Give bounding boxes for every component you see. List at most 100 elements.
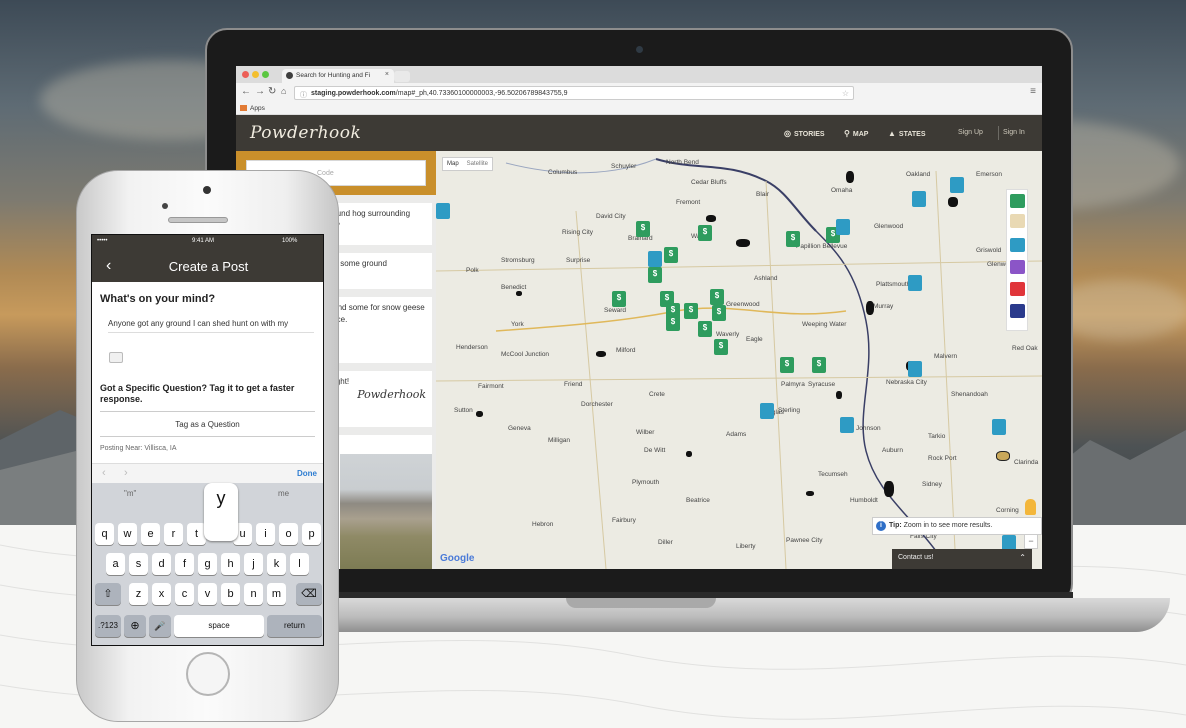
bookmark-apps[interactable]: Apps <box>250 105 265 112</box>
key-p[interactable]: p <box>302 523 321 545</box>
tab-close-icon[interactable]: × <box>385 71 389 78</box>
minimize-window-button[interactable] <box>252 71 259 78</box>
hunting-map[interactable]: Map Satellite Columbus Schuyler North Be… <box>436 151 1042 569</box>
zoom-out-button[interactable]: − <box>1025 535 1037 548</box>
marker-green[interactable]: $ <box>698 225 712 241</box>
shift-key-icon[interactable]: ⇧ <box>95 583 121 605</box>
return-key[interactable]: return <box>267 615 322 637</box>
key-k[interactable]: k <box>267 553 286 575</box>
filter-shop-icon[interactable] <box>1010 260 1025 274</box>
marker-green[interactable]: $ <box>712 305 726 321</box>
back-chevron-icon[interactable]: ‹ <box>106 257 111 275</box>
public-land-area[interactable] <box>996 451 1010 461</box>
close-window-button[interactable] <box>242 71 249 78</box>
public-land-area[interactable] <box>806 491 814 496</box>
key-j[interactable]: j <box>244 553 263 575</box>
key-f[interactable]: f <box>175 553 194 575</box>
marker-teal[interactable] <box>648 251 662 267</box>
public-land-area[interactable] <box>476 411 483 417</box>
key-h[interactable]: h <box>221 553 240 575</box>
delete-key-icon[interactable]: ⌫ <box>296 583 322 605</box>
suggestion[interactable]: "m" <box>124 489 136 498</box>
key-g[interactable]: g <box>198 553 217 575</box>
marker-green[interactable]: $ <box>812 357 826 373</box>
marker-teal[interactable] <box>436 203 450 219</box>
marker-green[interactable]: $ <box>780 357 794 373</box>
reload-icon[interactable]: ↻ <box>268 86 276 97</box>
done-button[interactable]: Done <box>297 469 317 478</box>
marker-green[interactable]: $ <box>664 247 678 263</box>
space-key[interactable]: space <box>174 615 264 637</box>
public-land-area[interactable] <box>836 391 842 399</box>
marker-green[interactable]: $ <box>714 339 728 355</box>
key-w[interactable]: w <box>118 523 137 545</box>
back-arrow-icon[interactable]: ← <box>241 86 251 97</box>
filter-fishing-icon[interactable] <box>1010 304 1025 318</box>
marker-teal[interactable] <box>760 403 774 419</box>
public-land-area[interactable] <box>846 171 854 183</box>
sign-up-link[interactable]: Sign Up <box>958 129 983 136</box>
marker-green[interactable]: $ <box>786 231 800 247</box>
marker-teal[interactable] <box>836 219 850 235</box>
post-text-field[interactable]: Anyone got any ground I can shed hunt on… <box>108 319 314 333</box>
numbers-key[interactable]: .?123 <box>95 615 121 637</box>
key-b[interactable]: b <box>221 583 240 605</box>
key-q[interactable]: q <box>95 523 114 545</box>
home-button[interactable] <box>186 652 230 696</box>
key-e[interactable]: e <box>141 523 160 545</box>
browser-tab[interactable]: Search for Hunting and Fi × <box>282 69 394 83</box>
map-type-map[interactable]: Map <box>443 158 463 170</box>
bookmark-star-icon[interactable]: ☆ <box>842 89 849 98</box>
key-c[interactable]: c <box>175 583 194 605</box>
marker-green[interactable]: $ <box>612 291 626 307</box>
key-v[interactable]: v <box>198 583 217 605</box>
marker-teal[interactable] <box>908 275 922 291</box>
public-land-area[interactable] <box>866 301 874 315</box>
key-r[interactable]: r <box>164 523 183 545</box>
site-logo[interactable]: Powderhook <box>250 123 361 143</box>
next-field-icon[interactable]: › <box>124 467 128 479</box>
maximize-window-button[interactable] <box>262 71 269 78</box>
public-land-area[interactable] <box>736 239 750 247</box>
sign-in-link[interactable]: Sign In <box>1003 129 1025 136</box>
key-x[interactable]: x <box>152 583 171 605</box>
key-m[interactable]: m <box>267 583 286 605</box>
marker-green[interactable]: $ <box>684 303 698 319</box>
map-type-satellite[interactable]: Satellite <box>463 158 492 170</box>
key-s[interactable]: s <box>129 553 148 575</box>
globe-key-icon[interactable]: ⊕ <box>124 615 146 637</box>
marker-teal[interactable] <box>908 361 922 377</box>
address-bar[interactable]: ⓘ staging.powderhook.com/map#_ph,40.7336… <box>294 86 854 100</box>
nav-map[interactable]: ⚲ MAP <box>844 129 868 138</box>
public-land-area[interactable] <box>884 481 894 497</box>
key-n[interactable]: n <box>244 583 263 605</box>
contact-us-tab[interactable]: Contact us! ⌃ <box>892 549 1032 569</box>
map-type-toggle[interactable]: Map Satellite <box>442 157 494 171</box>
filter-stories-icon[interactable] <box>1010 238 1025 252</box>
public-land-area[interactable] <box>706 215 716 222</box>
street-view-pegman-icon[interactable] <box>1025 499 1036 515</box>
marker-green[interactable]: $ <box>666 315 680 331</box>
filter-paid-icon[interactable] <box>1010 194 1025 208</box>
public-land-area[interactable] <box>686 451 692 457</box>
forward-arrow-icon[interactable]: → <box>255 86 265 97</box>
marker-teal[interactable] <box>992 419 1006 435</box>
home-icon[interactable]: ⌂ <box>281 86 286 96</box>
public-land-area[interactable] <box>516 291 522 296</box>
key-y-popup[interactable]: y <box>204 483 238 541</box>
suggestion[interactable]: me <box>278 489 289 498</box>
previous-field-icon[interactable]: ‹ <box>102 467 106 479</box>
nav-stories[interactable]: ◎ STORIES <box>784 129 825 138</box>
marker-green[interactable]: $ <box>698 321 712 337</box>
public-land-area[interactable] <box>948 197 958 207</box>
camera-icon[interactable] <box>109 352 123 363</box>
public-land-area[interactable] <box>596 351 606 357</box>
filter-public-land-icon[interactable] <box>1010 214 1025 228</box>
new-tab-button[interactable] <box>394 71 410 82</box>
marker-green[interactable]: $ <box>710 289 724 305</box>
marker-teal[interactable] <box>840 417 854 433</box>
marker-green[interactable]: $ <box>636 221 650 237</box>
feed-photo[interactable] <box>340 454 432 569</box>
marker-teal[interactable] <box>950 177 964 193</box>
browser-menu-icon[interactable]: ≡ <box>1030 86 1036 97</box>
